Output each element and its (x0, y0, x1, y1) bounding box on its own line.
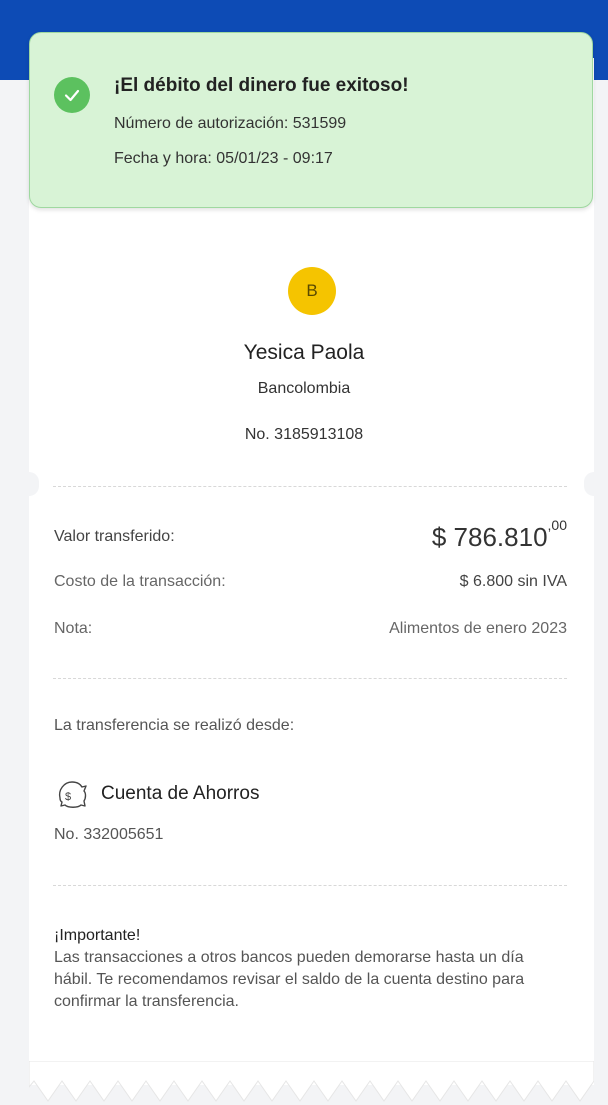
divider (53, 678, 567, 679)
receipt-notch-left (19, 472, 39, 496)
amount-cents: ,00 (547, 517, 567, 534)
important-text: Las transacciones a otros bancos pueden … (54, 949, 525, 1010)
authorization-number: Número de autorización: 531599 (114, 115, 347, 132)
note-label: Nota: (54, 620, 93, 637)
transaction-datetime: Fecha y hora: 05/01/23 - 09:17 (114, 150, 333, 167)
piggy-bank-icon: $ (58, 781, 87, 808)
receipt-torn-edge (29, 1061, 594, 1102)
recipient-number: No. 3185913108 (244, 426, 364, 443)
account-number: No. 332005651 (54, 826, 164, 843)
receipt-notch-right (584, 472, 604, 496)
amount-value: $ 786.810,00 (431, 517, 567, 553)
amount-main: $ 786.810 (431, 522, 548, 552)
svg-text:$: $ (65, 791, 71, 803)
amount-label: Valor transferido: (54, 528, 175, 545)
recipient-name: Yesica Paola (243, 341, 365, 364)
recipient-bank: Bancolombia (257, 380, 351, 397)
check-icon (54, 77, 90, 113)
account-type: Cuenta de Ahorros (101, 783, 260, 804)
divider (53, 885, 567, 886)
recipient-avatar: B (288, 267, 336, 315)
note-value: Alimentos de enero 2023 (389, 620, 567, 637)
important-title: ¡Importante! (54, 927, 141, 944)
success-toast: ¡El débito del dinero fue exitoso! Númer… (29, 32, 593, 208)
source-label: La transferencia se realizó desde: (54, 717, 295, 734)
divider (53, 486, 567, 487)
toast-title: ¡El débito del dinero fue exitoso! (114, 75, 409, 96)
cost-value: $ 6.800 sin IVA (459, 573, 567, 590)
cost-label: Costo de la transacción: (54, 573, 226, 590)
